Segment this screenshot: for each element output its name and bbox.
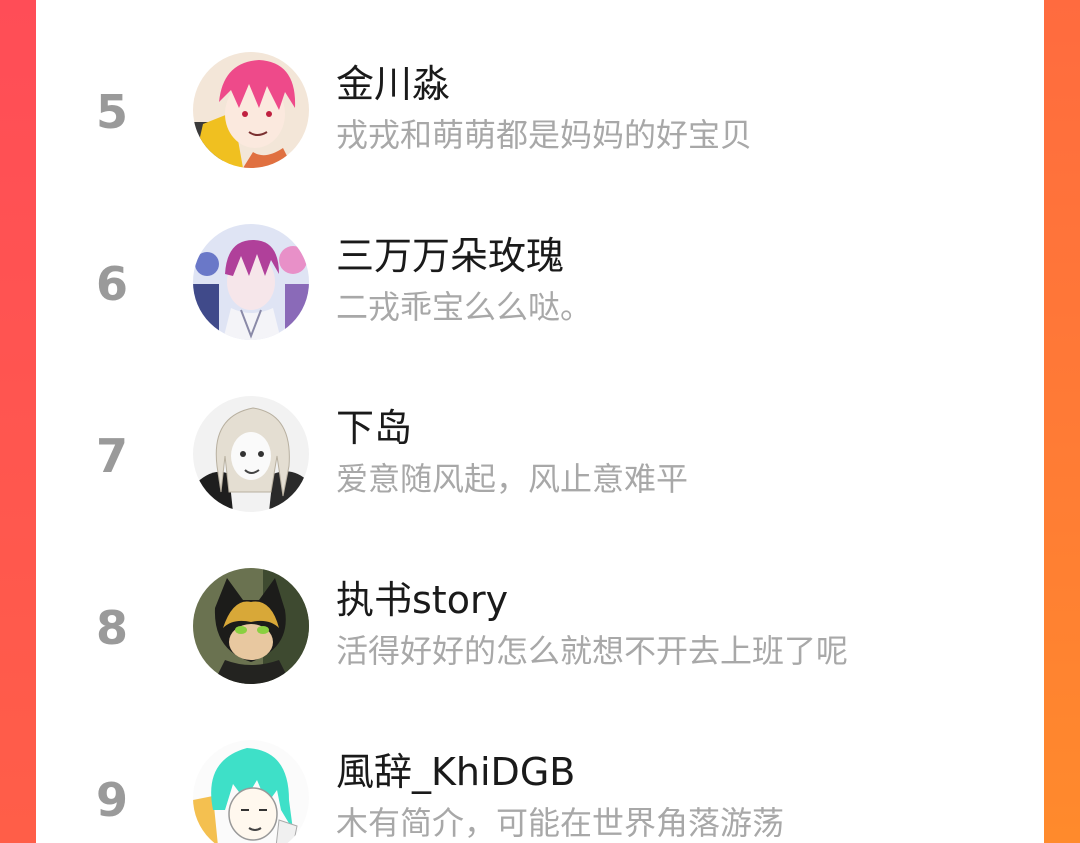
pink-hair-avatar-icon: [193, 52, 309, 168]
white-hair-sketch-avatar-icon: [193, 396, 309, 512]
user-bio: 戎戎和萌萌都是妈妈的好宝贝: [336, 116, 753, 154]
ranking-row-6[interactable]: 6 三万万朵玫瑰 二戎乖宝么么哒。: [36, 209, 1044, 359]
teal-hair-drawing-avatar-icon: [193, 740, 309, 843]
rank-number: 8: [96, 601, 129, 655]
rank-number: 9: [96, 773, 129, 827]
ranking-row-8[interactable]: 8 执书story 活得好好的怎么就想不开去上班了呢: [36, 553, 1044, 703]
ranking-row-7[interactable]: 7 下岛 爱意随风起，风止意难平: [36, 381, 1044, 531]
user-bio: 爱意随风起，风止意难平: [336, 460, 689, 498]
purple-hair-avatar-icon: [193, 224, 309, 340]
rank-number: 5: [96, 85, 129, 139]
user-bio: 二戎乖宝么么哒。: [336, 288, 593, 326]
rank-number: 7: [96, 429, 129, 483]
user-bio: 木有简介，可能在世界角落游荡: [336, 804, 785, 842]
ranking-card: 5 金川淼 戎戎和萌萌都是妈妈的好宝贝 6 三万万朵玫瑰 二戎乖宝么么哒。 7 …: [36, 0, 1044, 843]
user-avatar[interactable]: [193, 224, 309, 340]
user-name[interactable]: 風辞_KhiDGB: [336, 747, 575, 797]
ranking-row-9[interactable]: 9 風辞_KhiDGB 木有简介，可能在世界角落游荡: [36, 725, 1044, 843]
right-gradient-border: [1044, 0, 1080, 843]
user-name[interactable]: 执书story: [336, 575, 508, 625]
user-name[interactable]: 三万万朵玫瑰: [336, 231, 564, 281]
user-avatar[interactable]: [193, 568, 309, 684]
rank-number: 6: [96, 257, 129, 311]
cat-mask-hero-avatar-icon: [193, 568, 309, 684]
user-name[interactable]: 金川淼: [336, 59, 450, 109]
left-gradient-border: [0, 0, 36, 843]
user-bio: 活得好好的怎么就想不开去上班了呢: [336, 632, 849, 670]
user-name[interactable]: 下岛: [336, 403, 412, 453]
user-avatar[interactable]: [193, 396, 309, 512]
user-avatar[interactable]: [193, 740, 309, 843]
user-avatar[interactable]: [193, 52, 309, 168]
ranking-row-5[interactable]: 5 金川淼 戎戎和萌萌都是妈妈的好宝贝: [36, 37, 1044, 187]
